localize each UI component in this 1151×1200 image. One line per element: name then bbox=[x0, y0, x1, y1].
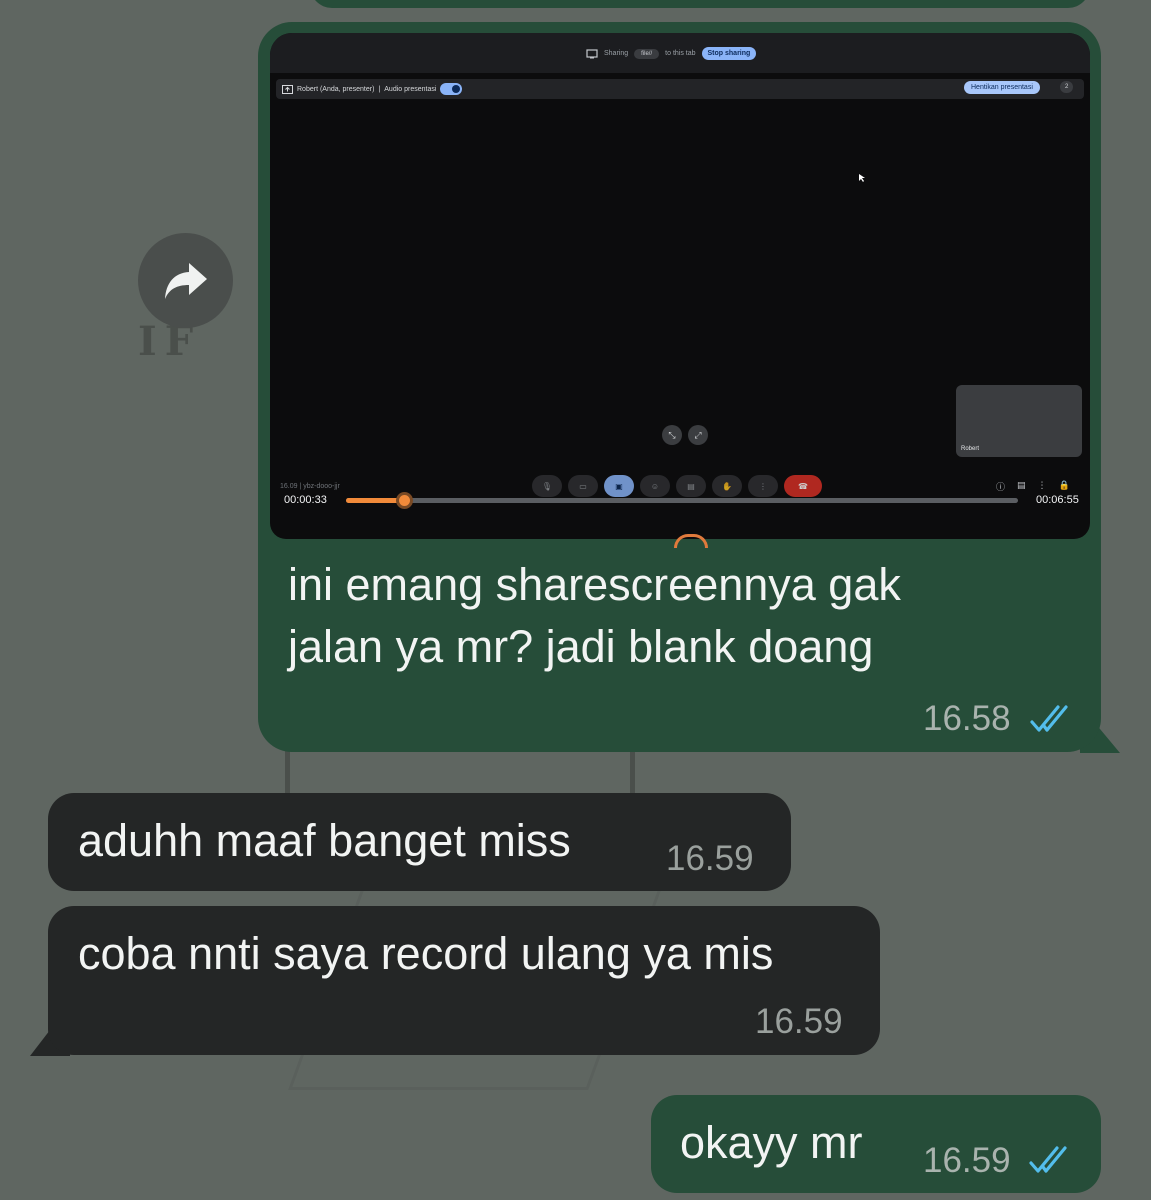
browser-share-bar: Sharing file// to this tab Stop sharing bbox=[270, 33, 1090, 73]
participant-name: Robert bbox=[961, 446, 980, 452]
raise-hand-icon: ✋ bbox=[712, 475, 742, 497]
present-icon bbox=[586, 48, 598, 58]
video-progress-bar[interactable] bbox=[346, 492, 1018, 509]
shared-screenshot-image[interactable]: Sharing file// to this tab Stop sharing … bbox=[270, 33, 1090, 539]
message-time: 16.59 bbox=[923, 1141, 1011, 1180]
activities-icon: ⋮ bbox=[1037, 480, 1047, 490]
incoming-message-bubble[interactable]: aduhh maaf banget miss 16.59 bbox=[48, 793, 791, 891]
presenter-name: Robert (Anda, presenter) bbox=[297, 85, 375, 93]
message-text: aduhh maaf banget miss bbox=[78, 815, 571, 866]
forward-button[interactable] bbox=[138, 233, 233, 328]
caption-line: jalan ya mr? jadi blank doang bbox=[288, 621, 874, 672]
caption-line: ini emang sharescreennya gak bbox=[288, 559, 901, 610]
pip-icon: ⤡ bbox=[662, 425, 682, 445]
cursor-icon bbox=[859, 174, 865, 182]
video-scrubber-handle[interactable] bbox=[395, 492, 413, 509]
stop-sharing-button: Stop sharing bbox=[701, 47, 757, 60]
lock-icon: 🔒 bbox=[1058, 480, 1070, 490]
forward-icon bbox=[164, 262, 207, 299]
stop-presenting-button: Hentikan presentasi bbox=[964, 81, 1040, 94]
message-time: 16.58 bbox=[923, 699, 1011, 738]
read-receipt-icon bbox=[1030, 705, 1068, 732]
info-icon: ⓘ bbox=[996, 482, 1006, 492]
outgoing-message-bubble[interactable]: okayy mr 16.59 bbox=[651, 1095, 1101, 1193]
present-icon: ▣ bbox=[604, 475, 634, 497]
sharing-banner: Sharing file// to this tab Stop sharing bbox=[586, 47, 757, 60]
camera-icon: ▭ bbox=[568, 475, 598, 497]
participant-count: 2 bbox=[1060, 81, 1074, 93]
previous-message-bubble[interactable] bbox=[310, 0, 1090, 8]
present-icon bbox=[282, 84, 293, 94]
captions-icon: ▤ bbox=[676, 475, 706, 497]
chat-icon: ▤ bbox=[1017, 480, 1026, 490]
media-message-bubble[interactable]: Sharing file// to this tab Stop sharing … bbox=[258, 22, 1101, 752]
more-icon: ⋮ bbox=[748, 475, 778, 497]
presenter-info: Robert (Anda, presenter) | Audio present… bbox=[282, 83, 463, 95]
end-call-icon: ☎ bbox=[784, 475, 822, 497]
meeting-code: 16.09 | ybz-dooo-jjr bbox=[280, 483, 340, 490]
message-time: 16.59 bbox=[755, 1002, 843, 1041]
sharing-prefix: Sharing bbox=[604, 50, 629, 57]
sharing-suffix: to this tab bbox=[665, 50, 696, 57]
message-text: coba nnti saya record ulang ya mis bbox=[78, 928, 774, 979]
divider: | bbox=[378, 85, 381, 93]
video-pip-controls: ⤡ ⤢ bbox=[662, 425, 708, 445]
message-time: 16.59 bbox=[666, 839, 754, 878]
message-caption: ini emang sharescreennya gak jalan ya mr… bbox=[288, 554, 901, 678]
meet-toolbar: 🎙 ▭ ▣ ☺ ▤ ✋ ⋮ ☎ bbox=[532, 475, 822, 497]
video-duration: 00:06:55 bbox=[1036, 494, 1079, 506]
shared-tab-pill: file// bbox=[634, 48, 660, 59]
audio-toggle bbox=[440, 83, 463, 95]
incoming-message-bubble[interactable]: coba nnti saya record ulang ya mis 16.59 bbox=[48, 906, 880, 1055]
participant-tile: Robert bbox=[956, 385, 1082, 457]
video-current-time: 00:00:33 bbox=[284, 494, 327, 506]
meet-side-controls: ⓘ ▤ ⋮ 🔒 bbox=[996, 480, 1070, 493]
emoji-icon: ☺ bbox=[640, 475, 670, 497]
expand-icon: ⤢ bbox=[688, 425, 708, 445]
audio-label: Audio presentasi bbox=[384, 85, 437, 93]
meet-presenter-bar: Robert (Anda, presenter) | Audio present… bbox=[276, 79, 1084, 99]
message-text: okayy mr bbox=[680, 1117, 863, 1168]
read-receipt-icon bbox=[1029, 1146, 1067, 1173]
mic-icon: 🎙 bbox=[532, 475, 562, 497]
